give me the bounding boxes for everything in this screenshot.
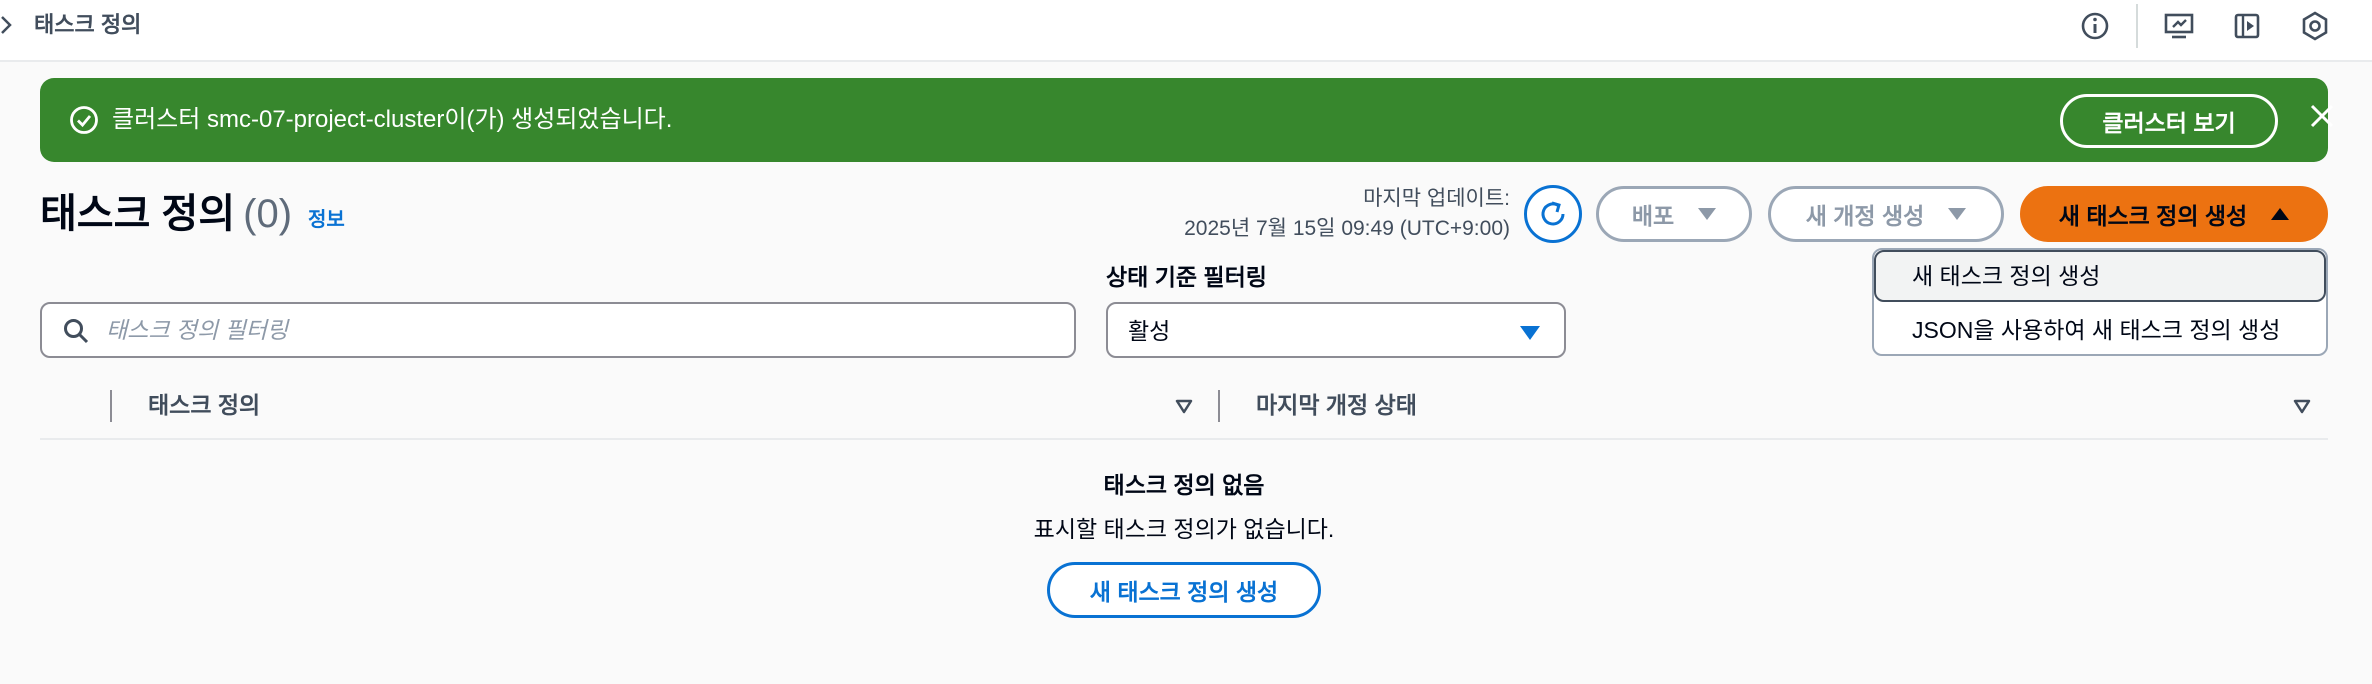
search-field[interactable] [40,302,1076,358]
empty-state-title: 태스크 정의 없음 [1103,472,1265,498]
empty-state-create-button[interactable]: 새 태스크 정의 생성 [1047,562,1321,618]
last-updated-value: 2025년 7월 15일 09:49 (UTC+9:00) [1184,217,1510,240]
create-task-definition-label: 새 태스크 정의 생성 [2058,203,2248,229]
empty-state-description: 표시할 태스크 정의가 없습니다. [1033,516,1335,542]
create-task-definition-button[interactable]: 새 태스크 정의 생성 [2020,186,2328,242]
item-count: (0) [243,192,293,236]
deploy-label: 배포 [1631,203,1675,229]
status-filter-select[interactable]: 활성 [1106,302,1566,358]
column-header-task-definition[interactable]: 태스크 정의 [148,389,260,421]
column-divider [110,390,112,422]
status-filter-label: 상태 기준 필터링 [1106,264,1267,290]
search-icon [64,319,89,344]
column-header-last-revision-status[interactable]: 마지막 개정 상태 [1256,389,1417,421]
refresh-icon [1541,201,1565,226]
breadcrumb-title: 태스크 정의 [34,12,142,37]
screen-share-icon[interactable] [2162,9,2196,43]
deploy-button[interactable]: 배포 [1596,186,1752,242]
view-cluster-button[interactable]: 클러스터 보기 [2060,94,2278,148]
refresh-button[interactable] [1524,185,1582,243]
sort-icon[interactable] [1174,396,1194,416]
caret-up-icon [2271,208,2290,220]
create-revision-button[interactable]: 새 개정 생성 [1768,186,2004,242]
column-divider [1218,390,1220,422]
info-icon[interactable] [2078,9,2112,43]
menu-item-new-task-definition[interactable]: 새 태스크 정의 생성 [1874,250,2326,302]
caret-down-icon [1698,208,1717,220]
settings-hexagon-icon[interactable] [2298,9,2332,43]
toolbar-divider [2136,4,2138,48]
page-title: 태스크 정의 (0) [40,188,292,240]
top-bar: 태스크 정의 [0,0,2372,62]
create-dropdown-menu: 새 태스크 정의 생성 JSON을 사용하여 새 태스크 정의 생성 [1872,248,2328,356]
close-icon[interactable] [2308,102,2336,130]
chevron-right-icon[interactable] [0,14,14,36]
search-input[interactable] [106,304,1056,356]
status-filter-value: 활성 [1128,318,1171,344]
info-link[interactable]: 정보 [308,208,345,232]
page-title-text: 태스크 정의 [40,192,236,236]
execute-panel-icon[interactable] [2230,9,2264,43]
caret-down-icon [1948,208,1967,220]
sort-icon[interactable] [2292,396,2312,416]
create-revision-label: 새 개정 생성 [1805,203,1925,229]
success-check-icon [70,106,98,134]
flash-message: 클러스터 smc-07-project-cluster이(가) 생성되었습니다. [112,106,673,133]
table-header-divider [40,438,2328,440]
last-updated-label: 마지막 업데이트: [1363,187,1510,210]
menu-item-create-with-json[interactable]: JSON을 사용하여 새 태스크 정의 생성 [1874,304,2326,354]
success-flashbar: 클러스터 smc-07-project-cluster이(가) 생성되었습니다.… [40,78,2334,162]
caret-down-icon [1520,326,1540,340]
